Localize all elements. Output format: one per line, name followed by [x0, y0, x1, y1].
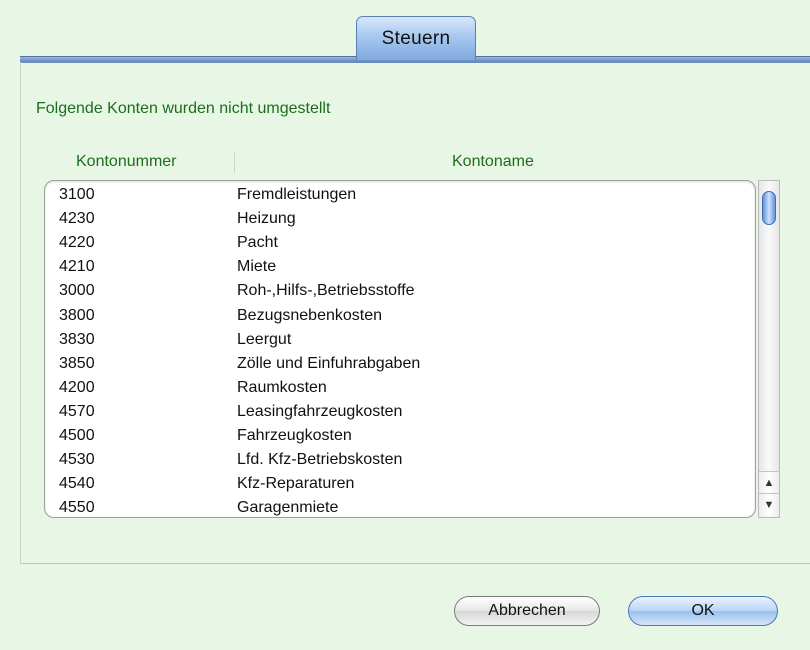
- dialog-window: Steuern Folgende Konten wurden nicht umg…: [0, 0, 810, 650]
- arrow-up-glyph: ▲: [763, 477, 775, 489]
- table-row[interactable]: 4500 Fahrzeugkosten: [45, 424, 755, 448]
- account-name: Pacht: [237, 234, 278, 252]
- table-row[interactable]: 3850 Zölle und Einfuhrabgaben: [45, 352, 755, 376]
- account-name: Garagenmiete: [237, 499, 339, 517]
- table-row[interactable]: 3100 Fremdleistungen: [45, 183, 755, 207]
- account-name: Leergut: [237, 330, 292, 348]
- account-name: Heizung: [237, 210, 296, 228]
- table-row[interactable]: 4200 Raumkosten: [45, 376, 755, 400]
- column-separator: [234, 153, 235, 173]
- account-name: Raumkosten: [237, 378, 327, 396]
- ok-button-label: OK: [691, 602, 715, 619]
- account-number: 4540: [59, 475, 95, 493]
- table-row[interactable]: 4220 Pacht: [45, 231, 755, 255]
- vertical-scrollbar[interactable]: ▲ ▼: [758, 180, 780, 518]
- table-row[interactable]: 4540 Kfz-Reparaturen: [45, 472, 755, 496]
- account-number: 4200: [59, 378, 95, 396]
- tab-steuern[interactable]: Steuern: [356, 16, 476, 60]
- column-header-kontonummer[interactable]: Kontonummer: [76, 153, 177, 171]
- account-name: Kfz-Reparaturen: [237, 475, 355, 493]
- account-number: 3100: [59, 186, 95, 203]
- scrollbar-thumb[interactable]: [762, 191, 776, 225]
- account-name: Leasingfahrzeugkosten: [237, 402, 403, 420]
- table-row[interactable]: 4550 Garagenmiete: [45, 496, 755, 517]
- account-name: Fahrzeugkosten: [237, 427, 352, 444]
- info-message: Folgende Konten wurden nicht umgestellt: [36, 100, 331, 117]
- ok-button[interactable]: OK: [628, 596, 778, 626]
- account-list[interactable]: 3100 Fremdleistungen 4230 Heizung 4220 Pacht 4…: [44, 180, 756, 518]
- table-row[interactable]: 3800 Bezugsnebenkosten: [45, 304, 755, 328]
- account-number: 3800: [59, 306, 95, 324]
- account-name: Miete: [237, 258, 277, 276]
- tab-label: Steuern: [381, 27, 451, 49]
- table-row[interactable]: 4230 Heizung: [45, 207, 755, 231]
- table-row[interactable]: 3830 Leergut: [45, 328, 755, 352]
- account-number: 4230: [59, 210, 95, 228]
- arrow-down-icon[interactable]: ▼: [759, 493, 779, 516]
- account-name: Zölle und Einfuhrabgaben: [237, 354, 421, 372]
- arrow-down-glyph: ▼: [763, 499, 775, 511]
- account-number: 4500: [59, 427, 95, 444]
- table-row[interactable]: 4570 Leasingfahrzeugkosten: [45, 400, 755, 424]
- account-name: Fremdleistungen: [237, 186, 357, 203]
- table-row[interactable]: 4530 Lfd. Kfz-Betriebskosten: [45, 448, 755, 472]
- account-name: Lfd. Kfz-Betriebskosten: [237, 451, 403, 469]
- arrow-up-icon[interactable]: ▲: [759, 471, 779, 494]
- account-number: 4220: [59, 234, 95, 252]
- account-number: 4530: [59, 451, 95, 469]
- column-header-kontoname[interactable]: Kontoname: [452, 153, 534, 171]
- cancel-button-label: Abbrechen: [488, 602, 566, 619]
- account-number: 3830: [59, 330, 95, 348]
- cancel-button[interactable]: Abbrechen: [454, 596, 600, 626]
- table-row[interactable]: 4210 Miete: [45, 255, 755, 279]
- account-number: 3850: [59, 354, 95, 372]
- account-name: Bezugsnebenkosten: [237, 306, 382, 324]
- account-number: 4210: [59, 258, 95, 276]
- account-number: 4550: [59, 499, 95, 517]
- table-row[interactable]: 3000 Roh-,Hilfs-,Betriebsstoffe: [45, 279, 755, 303]
- account-number: 3000: [59, 282, 95, 300]
- account-name: Roh-,Hilfs-,Betriebsstoffe: [237, 282, 415, 300]
- account-number: 4570: [59, 402, 95, 420]
